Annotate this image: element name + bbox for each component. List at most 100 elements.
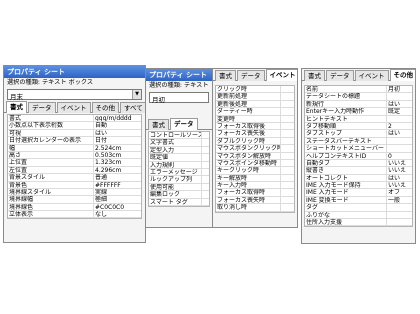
property-value[interactable]: 月初 [386, 86, 412, 93]
property-value[interactable] [280, 152, 294, 159]
property-value[interactable] [201, 183, 209, 191]
property-value[interactable] [201, 154, 209, 161]
property-row[interactable]: フォーカス取得後 [216, 122, 294, 131]
property-row[interactable]: フォーカス取得時 [216, 189, 294, 197]
property-value[interactable] [280, 204, 294, 211]
tab-1[interactable]: データ [326, 70, 354, 81]
property-row[interactable]: ふりがな [305, 211, 412, 220]
tab-0[interactable]: 書式 [304, 70, 325, 81]
property-row[interactable]: ダブルクリック時 [216, 137, 294, 146]
property-row[interactable]: 境界線幅 極細 [8, 196, 141, 204]
property-value[interactable]: ggg/m/dddd [93, 115, 141, 122]
property-value[interactable] [201, 198, 209, 205]
property-value[interactable] [280, 115, 294, 122]
property-value[interactable]: いいえ [386, 159, 412, 167]
property-row[interactable]: 使用可能 [149, 183, 209, 192]
property-row[interactable]: 既定値 [149, 154, 209, 162]
property-row[interactable]: 上位置 1.323cm [8, 159, 141, 167]
property-row[interactable]: 幅 2.524cm [8, 144, 141, 152]
property-row[interactable]: 入力規則 [149, 161, 209, 169]
property-value[interactable]: なし [93, 211, 141, 218]
property-row[interactable]: 編集ロック [149, 191, 209, 199]
property-row[interactable]: タグ [305, 204, 412, 212]
property-value[interactable]: #FFFFFF [93, 181, 141, 188]
tab-3[interactable]: その他 [389, 69, 415, 81]
property-value[interactable]: 既定 [386, 108, 412, 115]
property-value[interactable] [280, 108, 294, 115]
tab-1[interactable]: データ [28, 102, 56, 113]
object-selector-combo[interactable]: 月初 [149, 92, 209, 104]
property-row[interactable]: タブストップ はい [305, 130, 412, 138]
tab-0[interactable]: 書式 [6, 101, 27, 113]
tab-0[interactable]: 書式 [215, 70, 236, 81]
property-value[interactable] [386, 204, 412, 211]
tab-3[interactable]: その他 [91, 102, 119, 113]
property-row[interactable]: キークリック時 [216, 167, 294, 175]
property-value[interactable]: 0 [386, 152, 412, 159]
property-row[interactable]: フォーカス喪失後 [216, 130, 294, 138]
property-value[interactable] [280, 130, 294, 137]
property-row[interactable]: 変更時 [216, 115, 294, 123]
property-row[interactable]: IME 入力モード保持 いいえ [305, 182, 412, 190]
property-value[interactable] [386, 211, 412, 219]
property-row[interactable]: 更新前処理 [216, 93, 294, 101]
property-value[interactable]: 2.524cm [93, 144, 141, 151]
property-value[interactable] [386, 137, 412, 145]
property-row[interactable]: 日付選択カレンダーの表示 日付 [8, 137, 141, 145]
property-row[interactable]: 自動タブ いいえ [305, 159, 412, 168]
property-value[interactable]: 極細 [93, 196, 141, 203]
object-selector-combo[interactable]: 月末 ▼ [7, 89, 142, 101]
property-value[interactable]: 0.503cm [93, 151, 141, 159]
tab-0[interactable]: 書式 [148, 119, 169, 130]
tab-1[interactable]: データ [170, 118, 198, 130]
property-row[interactable]: 可視 はい [8, 129, 141, 138]
property-row[interactable]: エラーメッセージ [149, 168, 209, 177]
property-value[interactable] [280, 189, 294, 196]
property-value[interactable]: 1.323cm [93, 159, 141, 166]
property-value[interactable] [386, 219, 412, 226]
property-value[interactable] [201, 132, 209, 139]
property-value[interactable] [201, 176, 209, 183]
property-value[interactable] [280, 86, 294, 93]
property-value[interactable] [280, 145, 294, 152]
property-row[interactable]: 取り消し時 [216, 204, 294, 212]
property-row[interactable]: IME 変換モード 一般 [305, 196, 412, 205]
tab-1[interactable]: データ [237, 70, 265, 81]
property-value[interactable] [280, 159, 294, 167]
property-row[interactable]: ステータスバーテキスト [305, 137, 412, 146]
property-value[interactable] [201, 191, 209, 198]
tab-2[interactable]: イベント [265, 69, 297, 81]
property-row[interactable]: IME 入力モード オフ [305, 189, 412, 197]
property-row[interactable]: 書式 ggg/m/dddd [8, 115, 141, 123]
property-row[interactable]: 境界線色 #C0C0C0 [8, 203, 141, 212]
property-row[interactable]: スマート タグ [149, 198, 209, 206]
property-row[interactable]: 文字書式 [149, 139, 209, 147]
property-value[interactable]: 2 [386, 122, 412, 130]
property-row[interactable]: 縦書き いいえ [305, 167, 412, 175]
property-value[interactable] [386, 93, 412, 100]
property-value[interactable]: 一般 [386, 196, 412, 204]
property-value[interactable]: はい [93, 129, 141, 137]
property-row[interactable]: マウスボタンクリック時 [216, 145, 294, 153]
property-value[interactable]: #C0C0C0 [93, 203, 141, 211]
property-value[interactable] [201, 161, 209, 168]
property-row[interactable]: ダーティー時 [216, 108, 294, 116]
property-row[interactable]: タブ移動順 2 [305, 122, 412, 131]
property-value[interactable] [280, 137, 294, 145]
property-row[interactable]: 小数点以下表示桁数 自動 [8, 122, 141, 130]
property-value[interactable] [386, 115, 412, 122]
property-row[interactable]: 左位置 4.296cm [8, 166, 141, 175]
property-row[interactable]: キー解放時 [216, 174, 294, 183]
property-value[interactable]: オフ [386, 189, 412, 196]
property-value[interactable] [280, 174, 294, 182]
property-value[interactable]: 実線 [93, 188, 141, 196]
property-value[interactable]: はい [386, 100, 412, 108]
property-row[interactable]: コントロールソース [149, 132, 209, 140]
property-row[interactable]: 高さ 0.503cm [8, 151, 141, 160]
property-row[interactable]: 更新後処理 [216, 100, 294, 109]
chevron-down-icon[interactable]: ▼ [132, 90, 141, 99]
property-value[interactable] [280, 167, 294, 174]
property-row[interactable]: データシートの標題 [305, 93, 412, 101]
property-value[interactable]: 4.296cm [93, 166, 141, 174]
property-value[interactable] [201, 139, 209, 146]
